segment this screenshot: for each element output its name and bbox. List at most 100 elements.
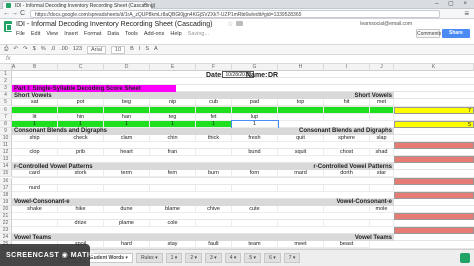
word-cell[interactable]: bund xyxy=(232,149,278,157)
row-header-6[interactable]: 6 xyxy=(0,106,12,114)
star-icon[interactable]: ☆ xyxy=(227,20,233,28)
column-header-G[interactable]: G xyxy=(232,64,278,71)
menu-item-data[interactable]: Data xyxy=(107,31,119,37)
score-cell[interactable] xyxy=(104,106,150,114)
menu-item-addons[interactable]: Add-ons xyxy=(144,31,165,37)
menu-item-file[interactable]: File xyxy=(16,31,25,37)
word-cell[interactable]: nip xyxy=(150,99,196,107)
word-cell[interactable]: quit xyxy=(278,134,324,142)
score-cell[interactable]: 1 xyxy=(104,120,150,128)
column-header-J[interactable]: J xyxy=(370,64,394,71)
word-cell[interactable]: lup xyxy=(232,113,278,121)
word-cell[interactable]: clam xyxy=(104,134,150,142)
word-cell[interactable] xyxy=(278,184,324,192)
toolbar-item[interactable]: ↶ xyxy=(13,46,18,54)
score-cell[interactable]: 1 xyxy=(58,120,104,128)
row-header-11[interactable]: 11 xyxy=(0,142,12,150)
word-cell[interactable]: drize xyxy=(58,220,104,228)
score-total-cell[interactable]: 7 xyxy=(394,106,474,114)
word-cell[interactable]: cole xyxy=(150,220,196,228)
row-header-24[interactable]: 24 xyxy=(0,234,12,242)
row-header-8[interactable]: 8 xyxy=(0,120,12,128)
menu-item-insert[interactable]: Insert xyxy=(64,31,78,37)
word-cell[interactable]: burn xyxy=(196,170,232,178)
word-cell[interactable] xyxy=(324,113,370,121)
sheets-logo-icon[interactable] xyxy=(4,21,12,32)
score-total-cell[interactable] xyxy=(394,142,474,150)
folder-icon[interactable] xyxy=(236,21,243,26)
row-header-14[interactable]: 14 xyxy=(0,163,12,171)
toolbar-item[interactable]: .0 xyxy=(51,46,56,54)
word-cell[interactable]: beast xyxy=(324,241,370,249)
word-cell[interactable]: fet xyxy=(196,113,232,121)
toolbar-item[interactable]: I xyxy=(139,46,141,54)
sheet-tab[interactable]: Rules ▾ xyxy=(135,253,163,263)
column-header-F[interactable]: F xyxy=(196,64,232,71)
word-cell[interactable]: teg xyxy=(150,113,196,121)
spreadsheet-grid[interactable]: ABCDEFGHIJK 1 2 3 4 5 6 7 8 9 10 11 12 13 14 15 16 17 18 1… xyxy=(0,64,474,249)
word-cell[interactable]: lit xyxy=(12,113,58,121)
word-cell[interactable] xyxy=(196,184,232,192)
word-cell[interactable]: prib xyxy=(58,149,104,157)
row-header-16[interactable]: 16 xyxy=(0,177,12,185)
row-header-18[interactable]: 18 xyxy=(0,191,12,199)
word-cell[interactable]: stay xyxy=(150,241,196,249)
sheet-tab[interactable]: 7 ▾ xyxy=(283,253,301,263)
word-cell[interactable]: sat xyxy=(12,99,58,107)
word-cell[interactable]: han xyxy=(104,113,150,121)
word-cell[interactable]: hike xyxy=(58,205,104,213)
word-cell[interactable]: pot xyxy=(58,99,104,107)
word-cell[interactable] xyxy=(324,184,370,192)
word-cell[interactable]: team xyxy=(232,241,278,249)
word-cell[interactable]: met xyxy=(370,99,394,107)
row-header-23[interactable]: 23 xyxy=(0,227,12,235)
word-cell[interactable]: star xyxy=(370,170,394,178)
word-cell[interactable]: plame xyxy=(104,220,150,228)
word-cell[interactable]: fault xyxy=(196,241,232,249)
toolbar-item[interactable]: 123 xyxy=(73,46,82,54)
word-cell[interactable]: ship xyxy=(12,134,58,142)
menu-item-edit[interactable]: Edit xyxy=(31,31,40,37)
score-total-cell[interactable] xyxy=(394,156,474,164)
word-cell[interactable]: dorth xyxy=(324,170,370,178)
sheet-tab[interactable]: 3 ▾ xyxy=(205,253,222,263)
toolbar-item[interactable]: ⎙ xyxy=(4,46,8,54)
column-header-E[interactable]: E xyxy=(150,64,196,71)
word-cell[interactable]: meet xyxy=(278,241,324,249)
word-cell[interactable] xyxy=(232,220,278,228)
row-header-3[interactable]: 3 xyxy=(0,85,12,93)
score-cell[interactable] xyxy=(278,106,324,114)
score-cell[interactable] xyxy=(196,106,232,114)
toolbar-item[interactable]: % xyxy=(41,46,46,54)
column-header-D[interactable]: D xyxy=(104,64,150,71)
word-cell[interactable]: chin xyxy=(150,134,196,142)
word-cell[interactable]: hit xyxy=(324,99,370,107)
word-cell[interactable]: stork xyxy=(58,170,104,178)
word-cell[interactable]: pad xyxy=(232,99,278,107)
doc-title[interactable]: IDI - Informal Decoding Inventory Record… xyxy=(16,21,212,28)
word-cell[interactable]: term xyxy=(104,170,150,178)
menu-item-format[interactable]: Format xyxy=(84,31,101,37)
word-cell[interactable] xyxy=(12,220,58,228)
explore-icon[interactable] xyxy=(460,253,470,263)
toolbar-item[interactable]: B xyxy=(130,46,134,54)
word-cell[interactable]: cub xyxy=(196,99,232,107)
word-cell[interactable]: fern xyxy=(150,170,196,178)
score-cell[interactable] xyxy=(150,106,196,114)
word-cell[interactable]: beg xyxy=(104,99,150,107)
row-header-19[interactable]: 19 xyxy=(0,198,12,206)
address-bar[interactable]: https://docs.google.com/spreadsheets/d/1… xyxy=(30,10,440,18)
word-cell[interactable] xyxy=(324,205,370,213)
sheet-tab[interactable]: 2 ▾ xyxy=(185,253,202,263)
user-email[interactable]: learnsocial@email.com xyxy=(360,21,412,27)
score-total-cell[interactable] xyxy=(394,213,474,221)
word-cell[interactable] xyxy=(370,113,394,121)
back-icon[interactable]: ← xyxy=(3,10,10,17)
word-cell[interactable]: check xyxy=(58,134,104,142)
score-total-cell[interactable] xyxy=(394,227,474,235)
word-cell[interactable]: shake xyxy=(12,205,58,213)
word-cell[interactable] xyxy=(370,184,394,192)
word-cell[interactable] xyxy=(278,205,324,213)
score-cell[interactable] xyxy=(12,106,58,114)
column-header-I[interactable]: I xyxy=(324,64,370,71)
